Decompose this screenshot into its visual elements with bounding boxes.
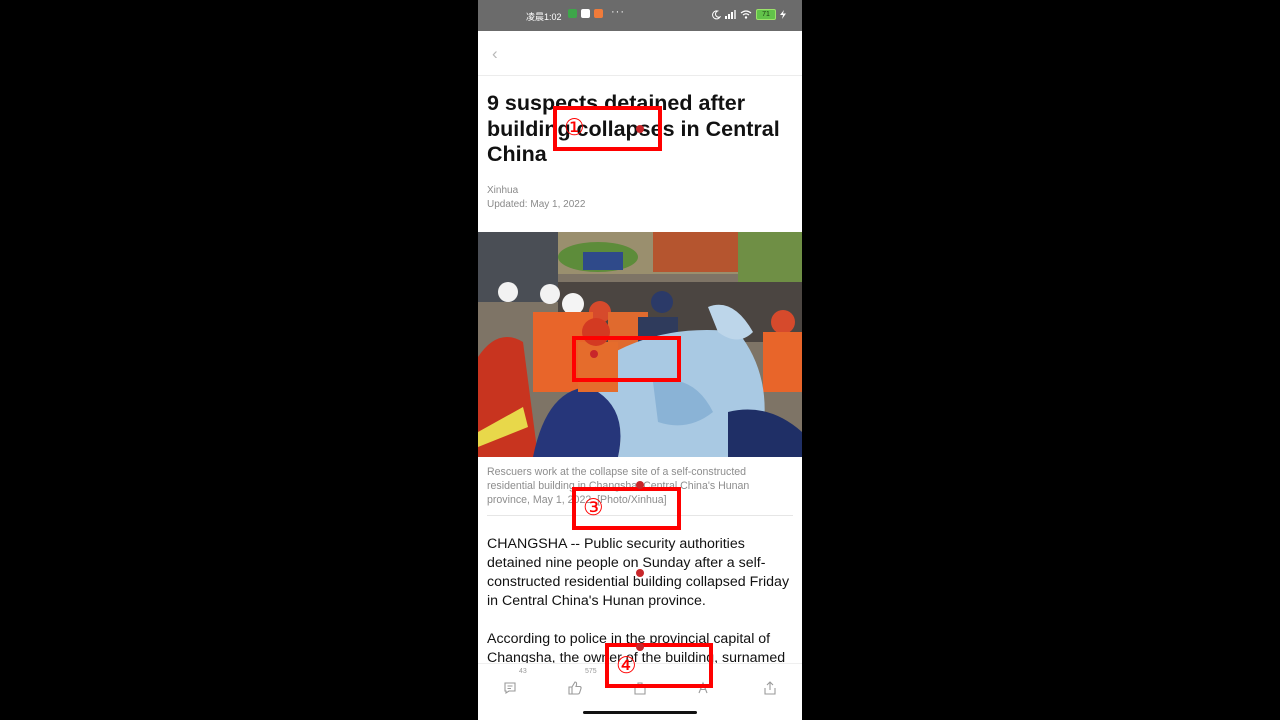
article-header: ‹ <box>478 31 802 76</box>
home-indicator[interactable] <box>583 711 697 714</box>
annotation-label-1: ① <box>564 114 585 140</box>
phone-screen: 凌晨1:02 ··· 71 ‹ 9 suspects detained afte… <box>478 0 802 720</box>
notification-icons <box>568 9 603 18</box>
battery-icon: 71 <box>756 9 776 20</box>
status-bar: 凌晨1:02 ··· 71 <box>478 0 802 31</box>
article-updated-date: Updated: May 1, 2022 <box>487 199 586 210</box>
annotation-point <box>590 350 598 358</box>
article-source: Xinhua <box>487 185 519 196</box>
annotation-label-4: ④ <box>616 652 637 678</box>
app-notification-icon <box>568 9 577 18</box>
charging-icon <box>780 10 786 19</box>
signal-icon <box>725 10 736 19</box>
annotation-label-3: ③ <box>583 494 604 520</box>
annotation-box-2 <box>572 336 681 382</box>
app-notification-icon <box>594 9 603 18</box>
status-time: 凌晨1:02 <box>526 12 562 22</box>
comment-icon[interactable] <box>502 680 518 696</box>
back-button[interactable]: ‹ <box>492 44 498 64</box>
annotation-point <box>636 125 644 133</box>
status-right-icons: 71 <box>711 9 786 20</box>
like-icon[interactable] <box>567 680 583 696</box>
annotation-point <box>636 643 644 651</box>
app-notification-icon <box>581 9 590 18</box>
like-count: 575 <box>585 668 597 675</box>
share-icon[interactable] <box>762 680 778 696</box>
annotation-point <box>636 481 644 489</box>
wifi-icon <box>740 10 752 19</box>
moon-icon <box>712 9 721 19</box>
comment-count: 43 <box>519 668 527 675</box>
chevron-left-icon: ‹ <box>492 44 498 63</box>
more-notifications-icon: ··· <box>611 6 625 18</box>
annotation-point <box>636 569 644 577</box>
